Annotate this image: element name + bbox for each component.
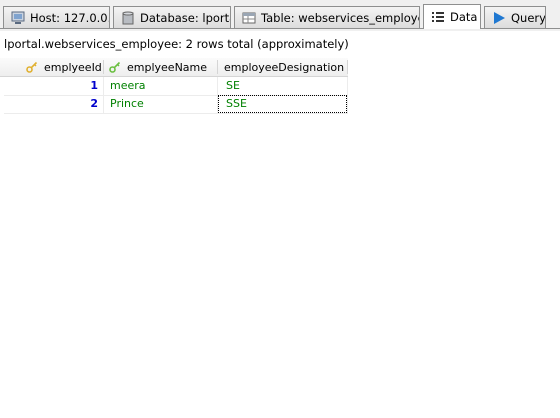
column-header-emplyeeid[interactable]: emplyeeId (26, 58, 102, 76)
column-header-label: emplyeeId (44, 60, 102, 74)
column-gridline (103, 77, 104, 113)
tab-database[interactable]: Database: lportal (113, 6, 231, 28)
database-icon (122, 11, 134, 24)
cell-emplyeename[interactable]: meera (110, 77, 146, 95)
key-icon (109, 61, 121, 73)
cell-emplyeeid[interactable]: 1 (4, 77, 98, 95)
server-icon (11, 11, 25, 24)
cell-employeedesignation[interactable]: SSE (226, 95, 247, 113)
row-divider (4, 113, 348, 114)
cell-employeedesignation[interactable]: SE (226, 77, 240, 95)
tab-database-label: Database: lportal (140, 10, 231, 25)
tab-table-label: Table: webservices_employee (261, 10, 420, 25)
column-divider[interactable] (103, 60, 104, 74)
column-gridline (347, 77, 348, 113)
cell-emplyeeid[interactable]: 2 (4, 95, 98, 113)
column-header-employeedesignation[interactable]: employeeDesignation (224, 58, 344, 76)
play-icon (494, 11, 505, 24)
column-gridline (217, 77, 218, 113)
column-divider[interactable] (347, 60, 348, 74)
table-row[interactable]: 2 Prince SSE (0, 95, 348, 113)
tab-query-label: Query (511, 10, 546, 25)
tab-host-label: Host: 127.0.0.1 (30, 10, 110, 25)
tab-data-label: Data (450, 10, 478, 24)
cell-emplyeename[interactable]: Prince (110, 95, 144, 113)
tab-strip: Host: 127.0.0.1 Database: lportal Table:… (0, 0, 560, 31)
row-count-status: lportal.webservices_employee: 2 rows tot… (4, 37, 349, 51)
tab-host[interactable]: Host: 127.0.0.1 (3, 6, 110, 28)
column-header-label: employeeDesignation (224, 60, 345, 74)
tab-data[interactable]: Data (423, 4, 481, 29)
table-row[interactable]: 1 meera SE (0, 77, 348, 95)
column-header-emplyeename[interactable]: emplyeeName (109, 58, 207, 76)
tab-table[interactable]: Table: webservices_employee (234, 6, 420, 28)
table-icon (242, 12, 256, 23)
column-divider[interactable] (217, 60, 218, 74)
tab-query[interactable]: Query (484, 6, 546, 28)
data-grid-icon (432, 12, 444, 22)
column-header-label: emplyeeName (127, 60, 208, 74)
primary-key-icon (26, 61, 38, 73)
